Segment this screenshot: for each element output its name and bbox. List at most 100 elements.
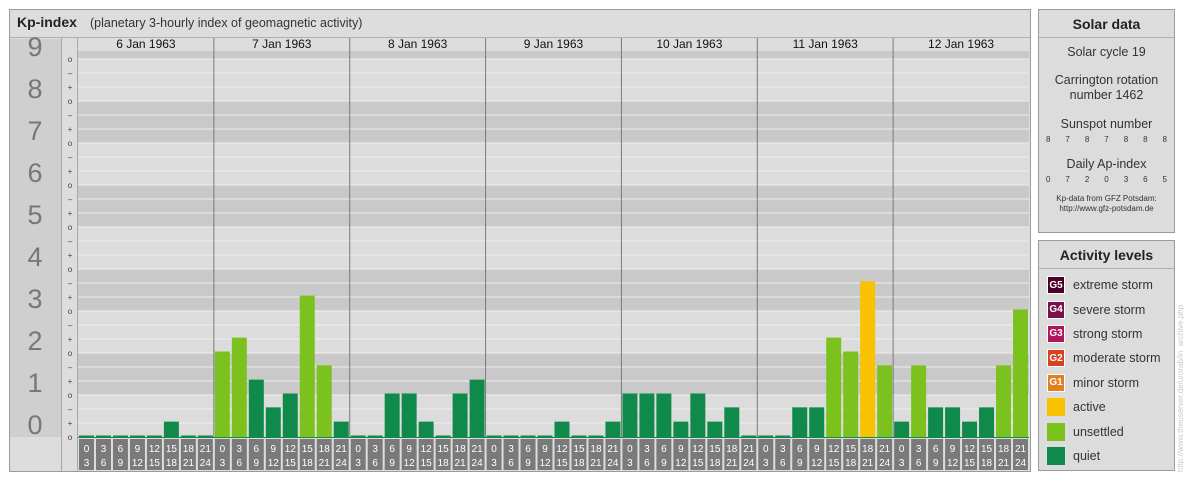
time-slot-end: 18	[166, 458, 178, 469]
kp-bar	[622, 393, 638, 437]
time-slot-end: 18	[438, 458, 450, 469]
sunspot-number-label: Sunspot number	[1060, 117, 1153, 131]
time-slot-start: 18	[455, 444, 467, 455]
activity-level-item: G2 moderate storm	[1039, 346, 1174, 370]
kp-bar	[962, 421, 978, 437]
time-slot-start: 21	[200, 444, 212, 455]
time-slot-end: 24	[607, 458, 619, 469]
y-sub-tick-label: –	[68, 321, 73, 330]
kp-bar	[843, 351, 859, 437]
activity-level-swatch	[1047, 422, 1065, 441]
kp-bar	[452, 393, 468, 437]
kp-bar	[707, 421, 723, 437]
kp-band	[78, 143, 1029, 186]
time-slot-start: 21	[472, 444, 484, 455]
time-slot-end: 6	[237, 458, 243, 469]
time-slot-start: 6	[933, 444, 939, 455]
y-tick-label: 2	[27, 326, 42, 356]
day-label: 11 Jan 1963	[793, 37, 858, 51]
y-sub-tick-label: +	[68, 209, 73, 218]
time-slot-start: 9	[950, 444, 956, 455]
kp-bar	[163, 421, 179, 437]
kp-band	[78, 101, 1029, 144]
y-sub-tick-label: –	[68, 69, 73, 78]
time-slot-end: 9	[525, 458, 531, 469]
kp-bar	[877, 365, 893, 437]
time-slot-end: 9	[661, 458, 667, 469]
sunspot-value: 8	[1143, 135, 1148, 144]
kp-bar	[248, 379, 264, 437]
kp-bar	[741, 435, 757, 437]
activity-levels-legend: G5 extreme storm G4 severe storm G3 strong st…	[1039, 269, 1174, 468]
time-slot-end: 6	[644, 458, 650, 469]
sunspot-value: 7	[1104, 135, 1109, 144]
kp-band	[78, 59, 1029, 102]
time-slot-start: 21	[879, 444, 891, 455]
time-slot-end: 6	[101, 458, 107, 469]
time-slot-start: 6	[118, 444, 124, 455]
y-sub-tick-label: o	[68, 139, 73, 148]
y-sub-tick-label: +	[68, 377, 73, 386]
time-slot-end: 12	[947, 458, 959, 469]
sunspot-value: 7	[1065, 135, 1070, 144]
kp-bar	[486, 435, 502, 437]
activity-level-swatch: G1	[1047, 373, 1065, 392]
y-sub-tick-label: –	[68, 279, 73, 288]
time-slot-end: 18	[981, 458, 993, 469]
activity-level-label: quiet	[1073, 448, 1101, 463]
ap-value: 0	[1046, 175, 1051, 184]
time-slot-end: 12	[539, 458, 551, 469]
kp-bar	[367, 435, 383, 437]
kp-bar	[860, 281, 876, 437]
kp-band	[78, 269, 1029, 312]
time-slot-start: 9	[271, 444, 277, 455]
time-slot-end: 18	[573, 458, 585, 469]
ap-value: 7	[1065, 175, 1070, 184]
time-slot-end: 15	[421, 458, 433, 469]
activity-level-swatch: G3	[1047, 324, 1065, 343]
kp-bar	[435, 435, 451, 437]
y-tick-label: 0	[27, 410, 42, 440]
time-slot-end: 12	[675, 458, 687, 469]
time-slot-end: 15	[964, 458, 976, 469]
kp-bar	[673, 421, 689, 437]
time-slot-start: 9	[406, 444, 412, 455]
y-sub-tick-label: –	[68, 237, 73, 246]
time-slot-start: 9	[542, 444, 548, 455]
time-slot-start: 9	[814, 444, 820, 455]
y-sub-tick-label: o	[68, 349, 73, 358]
ap-value: 2	[1084, 175, 1090, 184]
time-slot-end: 15	[149, 458, 161, 469]
time-slot-start: 3	[101, 444, 107, 455]
time-slot-start: 6	[389, 444, 395, 455]
kp-bar	[401, 393, 417, 437]
time-slot-end: 12	[811, 458, 823, 469]
activity-level-label: moderate storm	[1073, 351, 1161, 366]
time-slot-end: 21	[726, 458, 738, 469]
time-slot-end: 21	[455, 458, 467, 469]
y-sub-tick-label: +	[68, 293, 73, 302]
y-sub-tick-label: +	[68, 251, 73, 260]
y-tick-label: 4	[27, 242, 42, 272]
y-tick-label: 3	[27, 284, 42, 314]
kp-bar	[214, 351, 230, 437]
time-slot-end: 12	[268, 458, 280, 469]
time-slot-end: 18	[709, 458, 721, 469]
daily-ap-label: Daily Ap-index	[1066, 157, 1147, 171]
kp-bar	[945, 407, 961, 437]
kp-bar	[758, 435, 774, 437]
y-sub-tick-label: –	[68, 405, 73, 414]
time-slot-start: 3	[916, 444, 922, 455]
kp-band	[78, 311, 1029, 354]
y-sub-tick-label: +	[68, 83, 73, 92]
y-sub-tick-label: +	[68, 125, 73, 134]
kp-bar	[520, 435, 536, 437]
time-slot-start: 15	[166, 444, 178, 455]
y-sub-tick-label: o	[68, 307, 73, 316]
time-slot-end: 9	[933, 458, 939, 469]
kp-bar	[775, 435, 791, 437]
kp-bar	[554, 421, 570, 437]
time-slot-end: 6	[372, 458, 378, 469]
time-slot-end: 9	[797, 458, 803, 469]
day-label: 6 Jan 1963	[116, 37, 176, 51]
